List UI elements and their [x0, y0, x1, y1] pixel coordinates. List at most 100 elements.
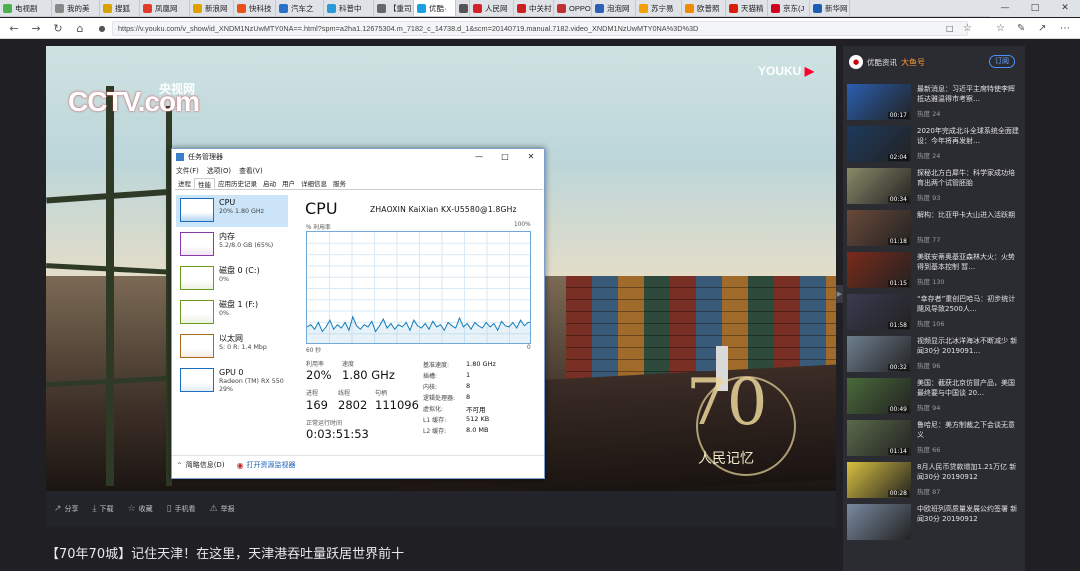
browser-tab[interactable]: 我的美 — [52, 0, 100, 16]
video-action-share[interactable]: ↗ 分享 — [54, 504, 79, 514]
related-video-item[interactable]: 00:32 视频显示北冰洋海冰不断减少 新闻30分 2019091… 热度 96 — [847, 336, 1019, 374]
video-item-title[interactable]: 探秘北方白犀牛：科学家成功培育出两个试管胚胎 — [917, 168, 1019, 188]
related-video-item[interactable]: 00:34 探秘北方白犀牛：科学家成功培育出两个试管胚胎 热度 93 — [847, 168, 1019, 206]
channel-name[interactable]: 优酷资讯 — [867, 57, 897, 68]
home-icon[interactable]: ⌂ — [72, 21, 88, 36]
more-icon[interactable]: ⋯ — [1060, 21, 1070, 36]
browser-tab[interactable]: 优酷· — [414, 0, 456, 16]
tm-resource-item[interactable]: 以太网 S: 0 R: 1.4 Mbp — [176, 331, 288, 363]
menu-options[interactable]: 选项(O) — [207, 165, 231, 175]
browser-tab[interactable]: 科普中 — [324, 0, 374, 16]
favorites-list-icon[interactable]: ☆ — [996, 21, 1005, 36]
tab-favicon-icon — [595, 3, 604, 13]
video-item-title[interactable]: “幸存者”重创巴哈马：初步统计 飓风导致2500人… — [917, 294, 1019, 314]
tm-maximize-button[interactable]: □ — [492, 149, 518, 164]
fewer-details-link[interactable]: 简略信息(D) — [186, 460, 225, 470]
browser-tab[interactable]: 电视剧 — [0, 0, 52, 16]
video-thumbnail[interactable]: 00:34 — [847, 168, 911, 204]
video-action-report[interactable]: ⚠ 举报 — [210, 504, 235, 514]
tm-tab[interactable]: 用户 — [279, 178, 298, 189]
video-thumbnail[interactable]: 00:32 — [847, 336, 911, 372]
video-thumbnail[interactable]: 01:18 — [847, 210, 911, 246]
video-item-title[interactable]: 鲁哈尼：美方制裁之下会谈无意义 — [917, 420, 1019, 440]
video-item-title[interactable]: 美国：截获北京仿冒产品，美国最终要与中国谈 20… — [917, 378, 1019, 398]
tm-resource-item[interactable]: CPU 20% 1.80 GHz — [176, 195, 288, 227]
browser-tab[interactable]: 凤凰网 — [140, 0, 190, 16]
url-input[interactable]: https://v.youku.com/v_show/id_XNDM1NzUwM… — [112, 21, 968, 36]
video-action-favorite[interactable]: ☆ 收藏 — [128, 504, 153, 514]
chevron-up-icon[interactable]: ⌃ — [176, 461, 183, 470]
tm-tab[interactable]: 详细信息 — [298, 178, 330, 189]
util-stat-label: 利用率 — [306, 361, 325, 368]
related-video-item[interactable]: 02:04 2020年完成北斗全球系统全面建设：今年将再发射… 热度 24 — [847, 126, 1019, 164]
maximize-button[interactable]: □ — [1020, 0, 1050, 17]
video-thumbnail[interactable] — [847, 504, 911, 540]
tm-tab[interactable]: 性能 — [194, 178, 215, 189]
video-action-download[interactable]: ⤓ 下载 — [93, 504, 114, 514]
forward-icon[interactable]: → — [28, 21, 44, 36]
related-video-item[interactable]: 01:15 美联安蒂奥基亚森林大火：火势得到基本控制 暂… 热度 130 — [847, 252, 1019, 290]
pen-icon[interactable]: ✎ — [1017, 21, 1025, 36]
back-icon[interactable]: ← — [6, 21, 22, 36]
related-video-item[interactable]: 00:49 美国：截获北京仿冒产品，美国最终要与中国谈 20… 热度 94 — [847, 378, 1019, 416]
browser-tab[interactable]: OPPO — [554, 0, 592, 16]
browser-tab[interactable]: 人民网 — [470, 0, 514, 16]
video-item-title[interactable]: 中欧班列高质量发展公约签署 新闻30分 20190912 — [917, 504, 1019, 524]
video-thumbnail[interactable]: 01:14 — [847, 420, 911, 456]
tm-resource-item[interactable]: 磁盘 1 (F:) 0% — [176, 297, 288, 329]
menu-view[interactable]: 查看(V) — [239, 165, 263, 175]
browser-tab[interactable]: 中关村 — [514, 0, 554, 16]
tm-tab[interactable]: 服务 — [330, 178, 349, 189]
browser-tab[interactable]: 【 — [456, 0, 479, 16]
tm-close-button[interactable]: ✕ — [518, 149, 544, 164]
related-video-item[interactable]: 01:18 解构：比亚甲卡大山进入活跃期 热度 77 — [847, 210, 1019, 248]
browser-tab[interactable]: 新华网 — [810, 0, 850, 16]
tm-minimize-button[interactable]: — — [466, 149, 492, 164]
browser-tab[interactable]: 欧普照 — [682, 0, 726, 16]
video-item-title[interactable]: 视频显示北冰洋海冰不断减少 新闻30分 2019091… — [917, 336, 1019, 356]
favorite-star-icon[interactable]: ☆ — [963, 21, 972, 36]
video-thumbnail[interactable]: 00:49 — [847, 378, 911, 414]
browser-tab[interactable]: 京东(J — [768, 0, 810, 16]
open-resource-monitor-link[interactable]: 打开资源监视器 — [247, 460, 296, 470]
browser-tab[interactable]: 搜狐 — [100, 0, 140, 16]
tm-tab[interactable]: 启动 — [260, 178, 279, 189]
reading-view-icon[interactable]: □ — [946, 21, 954, 36]
tm-tab[interactable]: 进程 — [175, 178, 194, 189]
share-browser-icon[interactable]: ↗ — [1038, 21, 1046, 36]
tm-resource-item[interactable]: GPU 0 Radeon (TM) RX 550 29% — [176, 365, 288, 397]
video-thumbnail[interactable]: 00:17 — [847, 84, 911, 120]
collapse-sidebar-button[interactable]: ▶ — [836, 285, 843, 303]
tm-resource-item[interactable]: 内存 5.2/8.0 GB (65%) — [176, 229, 288, 261]
subscribe-button[interactable]: 订阅 — [989, 55, 1015, 68]
video-thumbnail[interactable]: 01:58 — [847, 294, 911, 330]
browser-tab[interactable]: 天猫精 — [726, 0, 768, 16]
related-video-item[interactable]: 01:14 鲁哈尼：美方制裁之下会谈无意义 热度 66 — [847, 420, 1019, 458]
video-item-title[interactable]: 2020年完成北斗全球系统全面建设：今年将再发射… — [917, 126, 1019, 146]
tm-resource-item[interactable]: 磁盘 0 (C:) 0% — [176, 263, 288, 295]
browser-tab[interactable]: 快科技 — [234, 0, 276, 16]
video-item-title[interactable]: 解构：比亚甲卡大山进入活跃期 — [917, 210, 1019, 220]
video-item-title[interactable]: 8月人民币贷款增加1.21万亿 新闻30分 20190912 — [917, 462, 1019, 482]
related-video-item[interactable]: 00:28 8月人民币贷款增加1.21万亿 新闻30分 20190912 热度 87 — [847, 462, 1019, 500]
minimize-button[interactable]: — — [990, 0, 1020, 17]
related-video-item[interactable]: 00:17 最新消息：习近平主席特使李辉抵达雅温得市考察… 热度 24 — [847, 84, 1019, 122]
video-thumbnail[interactable]: 00:28 — [847, 462, 911, 498]
channel-avatar[interactable]: ● — [849, 55, 863, 69]
menu-file[interactable]: 文件(F) — [176, 165, 199, 175]
browser-tab[interactable]: 泡泡网 — [592, 0, 636, 16]
video-thumbnail[interactable]: 01:15 — [847, 252, 911, 288]
browser-tab[interactable]: 苏宁易 — [636, 0, 682, 16]
browser-tab[interactable]: 新浪网 — [190, 0, 234, 16]
browser-tab[interactable]: 【重司 — [374, 0, 414, 16]
related-video-item[interactable]: 01:58 “幸存者”重创巴哈马：初步统计 飓风导致2500人… 热度 106 — [847, 294, 1019, 332]
related-video-item[interactable]: 中欧班列高质量发展公约签署 新闻30分 20190912 — [847, 504, 1019, 542]
video-thumbnail[interactable]: 02:04 — [847, 126, 911, 162]
video-item-title[interactable]: 美联安蒂奥基亚森林大火：火势得到基本控制 暂… — [917, 252, 1019, 272]
video-item-title[interactable]: 最新消息：习近平主席特使李辉抵达雅温得市考察… — [917, 84, 1019, 104]
close-window-button[interactable]: ✕ — [1050, 0, 1080, 17]
video-action-phone[interactable]: ▯ 手机看 — [167, 504, 196, 514]
browser-tab[interactable]: 汽车之 — [276, 0, 324, 16]
tm-tab[interactable]: 应用历史记录 — [215, 178, 260, 189]
refresh-icon[interactable]: ↻ — [50, 21, 66, 36]
